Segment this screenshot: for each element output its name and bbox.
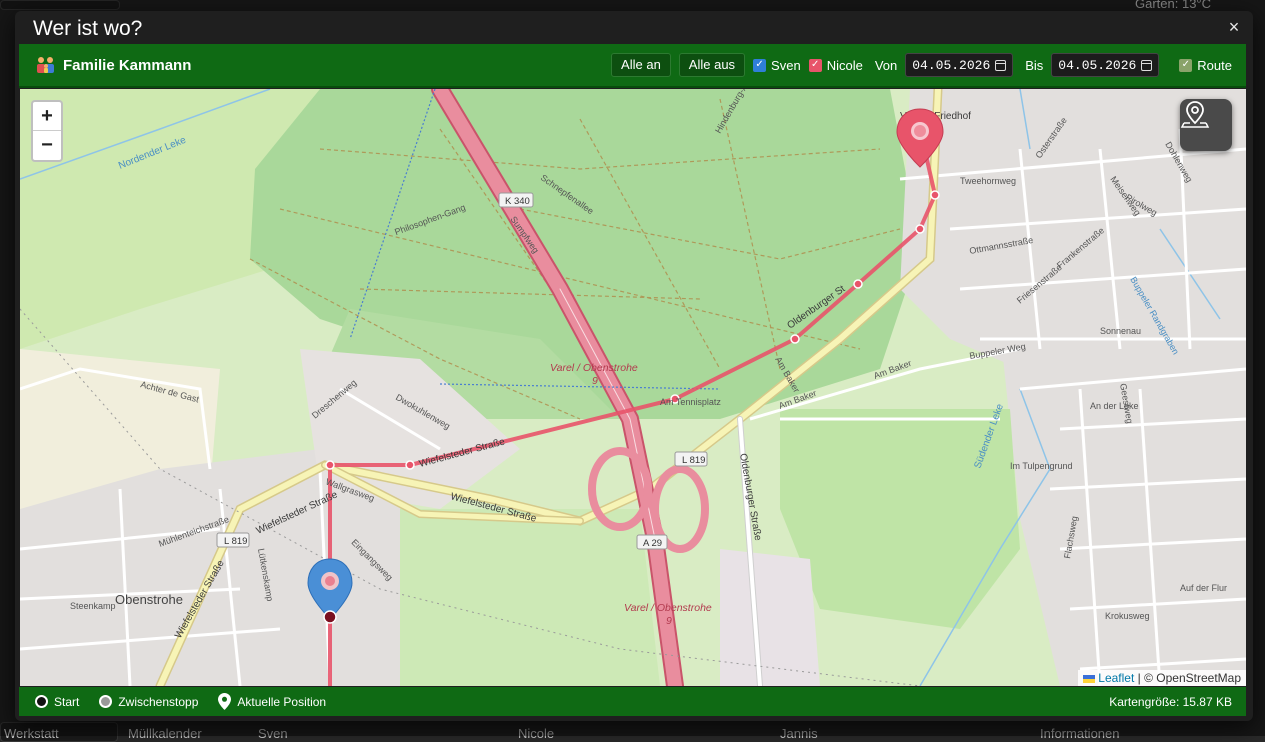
ukraine-flag-icon: [1083, 674, 1096, 683]
family-icon: [35, 56, 57, 74]
family-title: Familie Kammann: [63, 56, 192, 74]
person-label: Sven: [771, 57, 801, 73]
to-label: Bis: [1025, 57, 1044, 73]
who-is-where-modal: Wer ist wo? × Familie Kammann Alle an Al…: [15, 11, 1253, 721]
modal-toolbar: Familie Kammann Alle an Alle aus ✓ Sven …: [19, 44, 1246, 88]
legend-stop-label: Zwischenstopp: [118, 694, 199, 709]
locate-button[interactable]: [1180, 99, 1232, 151]
attribution-separator: |: [1137, 671, 1141, 685]
stop-dot-icon: [99, 695, 113, 708]
calendar-icon[interactable]: [995, 59, 1007, 71]
shield-k340: K 340: [505, 196, 530, 207]
person-label: Nicole: [826, 57, 863, 73]
to-date-input[interactable]: 04.05.2026: [1051, 53, 1160, 77]
all-off-button[interactable]: Alle aus: [678, 53, 746, 77]
legend-stop: Zwischenstopp: [99, 695, 198, 709]
label-sonnenau: Sonnenau: [1100, 326, 1141, 336]
modal-title: Wer ist wo?: [33, 17, 143, 40]
legend-start-label: Start: [54, 694, 80, 709]
calendar-icon[interactable]: [1141, 59, 1153, 71]
osm-attribution: © OpenStreetMap: [1144, 671, 1241, 685]
checkbox-checked-icon[interactable]: ✓: [1179, 58, 1193, 72]
checkbox-checked-icon[interactable]: ✓: [808, 58, 822, 72]
legend-current-label: Aktuelle Position: [237, 694, 327, 709]
label-aufderflur: Auf der Flur: [1180, 583, 1227, 593]
to-date-value: 04.05.2026: [1058, 57, 1137, 73]
label-varel1: Varel / Obenstrohe: [550, 362, 638, 374]
map-legend-footer: Start Zwischenstopp Aktuelle Position Ka…: [19, 687, 1246, 716]
zoom-control: + −: [31, 100, 63, 162]
from-date-input[interactable]: 04.05.2026: [905, 53, 1014, 77]
map-canvas: Philosophen-Gang Hindenburg-Allee Schnep…: [20, 89, 1246, 686]
label-tennisplatz: Am Tennisplatz: [660, 397, 721, 407]
from-date-value: 04.05.2026: [912, 57, 991, 73]
map-pin-icon: [218, 693, 232, 710]
person-toggle-nicole[interactable]: ✓ Nicole: [808, 57, 863, 73]
checkbox-checked-icon[interactable]: ✓: [753, 58, 767, 72]
route-label: Route: [1197, 57, 1232, 73]
label-krokusweg: Krokusweg: [1105, 611, 1150, 621]
from-label: Von: [874, 57, 898, 73]
map-size-info: Kartengröße: 15.87 KB: [1109, 694, 1232, 709]
label-steenkamp: Steenkamp: [70, 601, 116, 611]
all-on-button[interactable]: Alle an: [611, 53, 671, 77]
start-marker[interactable]: [323, 610, 337, 624]
label-obenstrohe: Obenstrohe: [115, 592, 183, 607]
close-button[interactable]: ×: [1223, 16, 1245, 38]
shield-l819b: L 819: [224, 536, 247, 547]
legend-current: Aktuelle Position: [218, 693, 326, 710]
label-varel1-num: 9: [592, 375, 598, 387]
person-toggle-sven[interactable]: ✓ Sven: [753, 58, 801, 73]
zoom-in-button[interactable]: +: [33, 102, 61, 131]
zoom-out-button[interactable]: −: [33, 131, 61, 160]
label-varel2: Varel / Obenstrohe: [624, 602, 712, 614]
shield-a29: A 29: [643, 538, 662, 549]
map-attribution: Leaflet | © OpenStreetMap: [1078, 670, 1246, 686]
map-pin-icon: [1180, 101, 1210, 128]
label-tulpengrund: Im Tulpengrund: [1010, 461, 1073, 471]
route-toggle[interactable]: ✓ Route: [1179, 58, 1232, 73]
label-tweehornweg: Tweehornweg: [960, 176, 1016, 186]
legend-start: Start: [35, 695, 79, 709]
map-view[interactable]: Philosophen-Gang Hindenburg-Allee Schnep…: [20, 89, 1246, 686]
shield-l819a: L 819: [682, 455, 705, 466]
start-dot-icon: [35, 695, 48, 708]
label-varel2-num: 9: [666, 615, 672, 627]
toolbar-controls: Alle an Alle aus ✓ Sven ✓ Nicole Von 04.…: [611, 53, 1246, 77]
leaflet-link[interactable]: Leaflet: [1098, 671, 1134, 685]
